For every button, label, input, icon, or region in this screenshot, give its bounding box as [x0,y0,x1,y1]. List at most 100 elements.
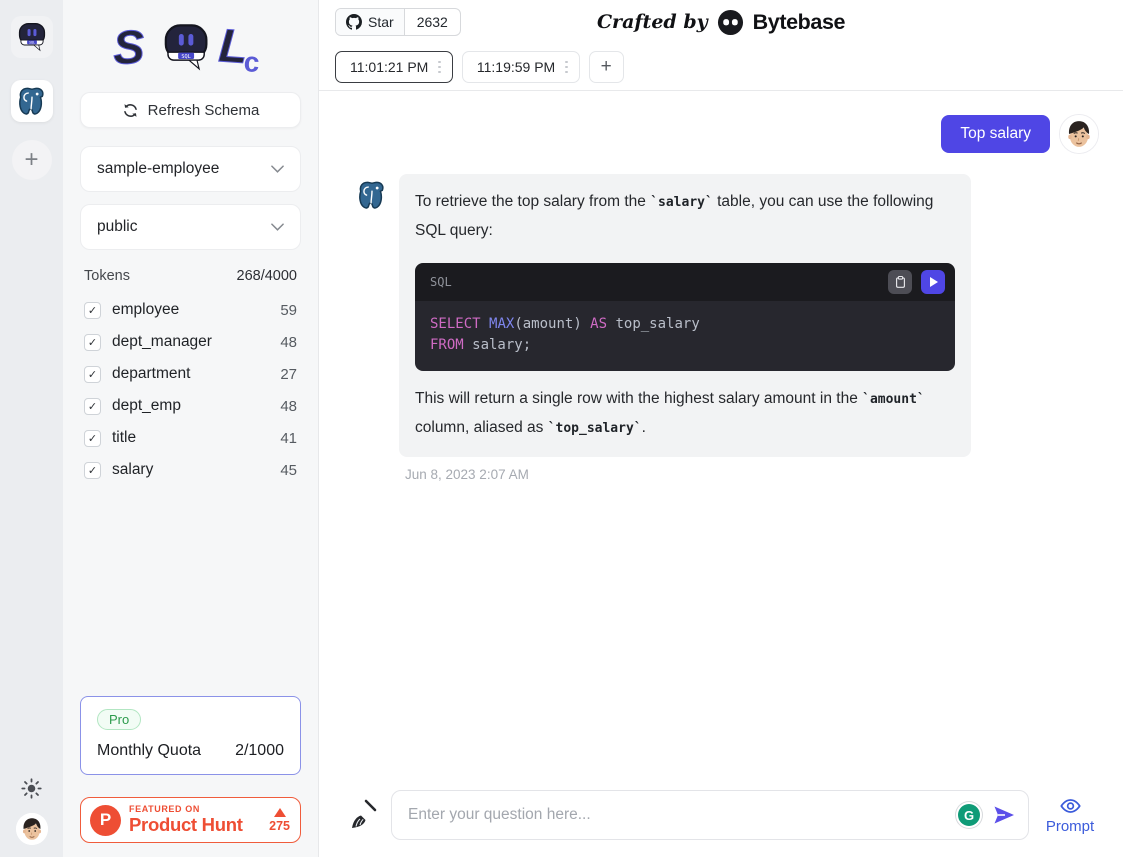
sqlchat-logo: S L c [80,0,301,92]
sqlchat-bot-icon [16,21,48,53]
table-row[interactable]: ✓ dept_manager 48 [84,326,297,358]
user-message-bubble: Top salary [941,115,1050,153]
refresh-schema-button[interactable]: Refresh Schema [80,92,301,128]
table-token-count: 41 [280,430,297,447]
product-hunt-votes: 275 [269,819,290,833]
schema-select[interactable]: public [80,204,301,250]
bytebase-logo-icon [717,9,744,36]
question-input[interactable] [408,806,958,824]
sql-code: SELECT MAX(amount) AS top_salaryFROM sal… [415,301,955,371]
tab-menu-dots-icon[interactable] [563,59,570,76]
clear-conversation-broom-icon[interactable] [349,799,377,831]
connection-postgres-selected[interactable] [11,80,53,122]
table-row[interactable]: ✓ salary 45 [84,454,297,486]
table-checkbox[interactable]: ✓ [84,334,101,351]
star-label: Star [368,14,394,30]
inline-code: `top_salary` [548,421,642,436]
table-name: department [112,365,190,383]
play-icon [930,277,938,287]
github-icon [346,14,362,30]
table-checkbox[interactable]: ✓ [84,462,101,479]
assistant-paragraph: This will return a single row with the h… [415,385,955,443]
bytebase-wordmark: Bytebase [753,10,845,35]
user-profile-avatar[interactable] [16,813,48,845]
table-token-count: 27 [280,366,297,383]
assistant-paragraph: To retrieve the top salary from the `sal… [415,188,955,245]
assistant-message-bubble: To retrieve the top salary from the `sal… [399,174,971,457]
chevron-down-icon [271,223,284,231]
grammarly-icon[interactable]: G [958,804,980,826]
send-message-icon[interactable] [992,803,1016,827]
table-row[interactable]: ✓ dept_emp 48 [84,390,297,422]
conversation-tabs: 11:01:21 PM 11:19:59 PM + [319,44,1123,90]
prompt-label: Prompt [1046,818,1094,835]
sidebar: S L c Refresh Schema [63,0,319,857]
composer: G Prompt [319,790,1123,857]
add-connection-button[interactable]: + [12,140,52,180]
plus-icon: + [24,148,38,172]
table-token-count: 45 [280,462,297,479]
copy-code-button[interactable] [888,270,912,294]
table-name: title [112,429,136,447]
inline-code: `salary` [650,195,713,210]
table-list: ✓employee59✓dept_manager48✓department27✓… [80,294,301,486]
tokens-summary: Tokens 268/4000 [80,268,301,284]
chevron-down-icon [271,165,284,173]
tab-label: 11:01:21 PM [350,59,428,75]
tokens-value: 268/4000 [237,268,297,284]
table-token-count: 48 [280,398,297,415]
user-avatar [1059,114,1099,154]
sql-chat-app: + S L [0,0,1123,857]
table-name: salary [112,461,153,479]
sql-code-block: SQL [415,263,955,371]
product-hunt-badge[interactable]: P FEATURED ON Product Hunt 275 [80,797,301,843]
table-name: employee [112,301,179,319]
tab-label: 11:19:59 PM [477,59,555,75]
refresh-icon [122,102,139,119]
message-timestamp: Jun 8, 2023 2:07 AM [405,467,1123,482]
table-row[interactable]: ✓ department 27 [84,358,297,390]
user-avatar-image [16,813,48,845]
svg-text:c: c [242,46,260,78]
table-token-count: 59 [280,302,297,319]
code-line: FROM salary; [430,335,940,356]
product-hunt-name: Product Hunt [129,816,243,835]
assistant-postgresql-avatar [357,180,387,210]
crafted-by-brand[interactable]: Crafted by Bytebase [597,9,845,36]
table-checkbox[interactable]: ✓ [84,398,101,415]
table-row[interactable]: ✓ title 41 [84,422,297,454]
table-name: dept_emp [112,397,181,415]
inline-code: `amount` [862,392,925,407]
assistant-message-row: To retrieve the top salary from the `sal… [357,174,1123,457]
conversation-bot-icon[interactable] [11,16,53,58]
table-checkbox[interactable]: ✓ [84,430,101,447]
table-checkbox[interactable]: ✓ [84,302,101,319]
user-message-row: Top salary [319,114,1099,154]
database-select-value: sample-employee [97,160,219,178]
new-conversation-button[interactable]: + [589,51,624,83]
eye-icon [1058,795,1083,817]
tab-conversation-1[interactable]: 11:01:21 PM [335,51,453,83]
main-panel: Star 2632 Crafted by Bytebase 11:01:21 P… [319,0,1123,857]
schema-select-value: public [97,218,138,236]
theme-sun-icon[interactable] [21,778,42,799]
quota-label: Monthly Quota [97,742,201,760]
table-row[interactable]: ✓ employee 59 [84,294,297,326]
prompt-button[interactable]: Prompt [1041,795,1099,835]
tab-conversation-2[interactable]: 11:19:59 PM [462,51,580,83]
tokens-label: Tokens [84,268,130,284]
tab-menu-dots-icon[interactable] [436,59,443,76]
plus-icon: + [601,56,612,78]
run-query-button[interactable] [921,270,945,294]
svg-text:S: S [111,20,145,75]
table-checkbox[interactable]: ✓ [84,366,101,383]
postgresql-icon [17,85,47,117]
github-star-button[interactable]: Star 2632 [335,8,461,36]
database-select[interactable]: sample-employee [80,146,301,192]
crafted-by-label: Crafted by [597,11,708,33]
table-name: dept_manager [112,333,212,351]
main-header: Star 2632 Crafted by Bytebase [319,0,1123,44]
upvote-triangle-icon [274,808,286,817]
rail-bottom [16,778,48,845]
table-token-count: 48 [280,334,297,351]
